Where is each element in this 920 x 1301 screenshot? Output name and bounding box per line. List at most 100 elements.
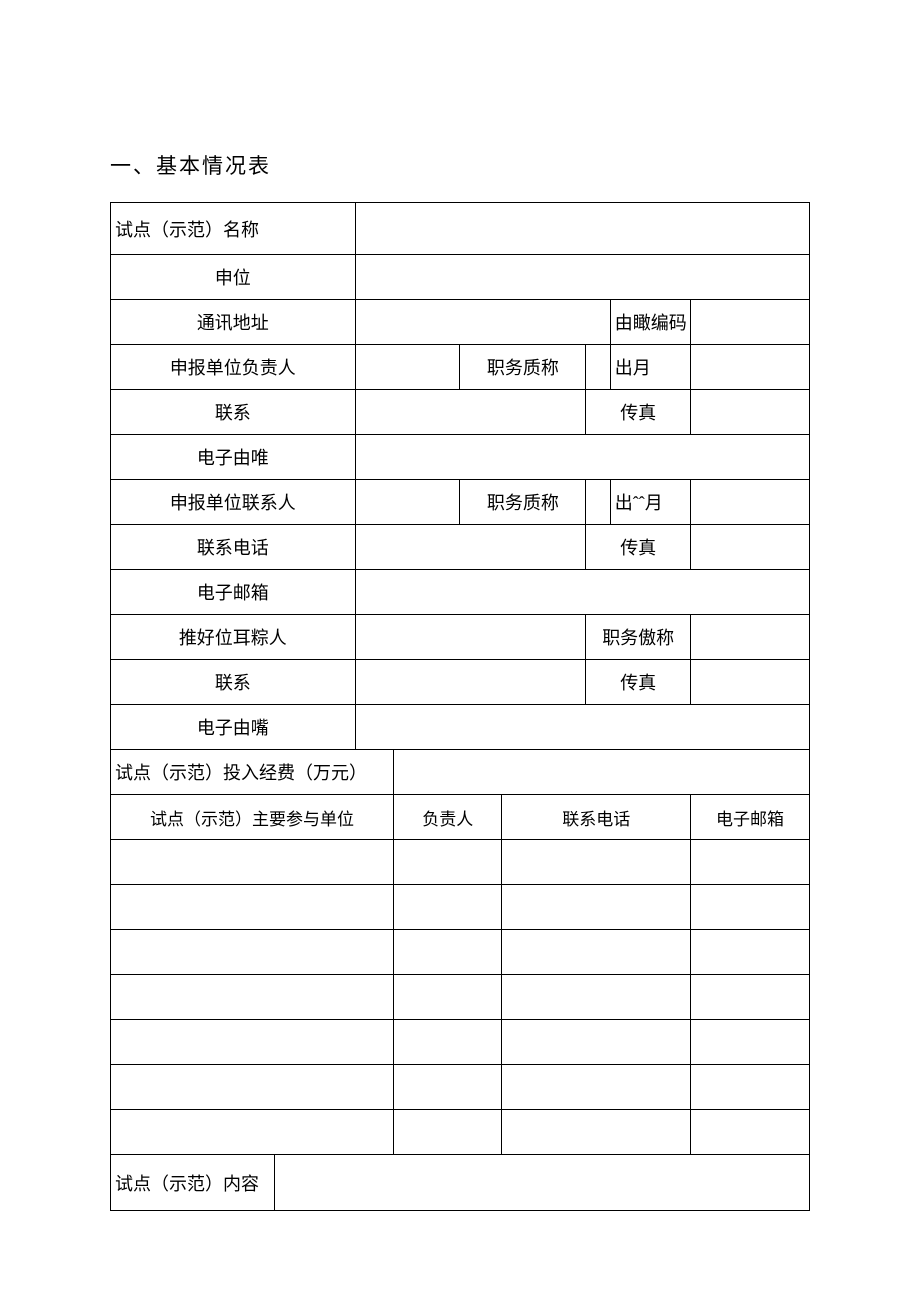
header-participant-unit: 试点（示范）主要参与单位 (111, 795, 394, 840)
label-pilot-name: 试点（示范）名称 (111, 203, 356, 255)
header-participant-email: 电子邮箱 (691, 795, 810, 840)
value-email-1 (355, 435, 809, 480)
label-email-3: 电子由嘴 (111, 705, 356, 750)
table-row: 联系 传真 (111, 660, 810, 705)
table-row: 推好位耳粽人 职务傲称 (111, 615, 810, 660)
table-row (111, 1110, 810, 1155)
table-row (111, 975, 810, 1020)
participant-phone (502, 1110, 691, 1155)
participant-lead (394, 885, 502, 930)
table-row: 试点（示范）主要参与单位 负责人 联系电话 电子邮箱 (111, 795, 810, 840)
label-recommender: 推好位耳粽人 (111, 615, 356, 660)
label-applicant-unit: 申位 (111, 255, 356, 300)
table-row (111, 1020, 810, 1065)
label-fax-1: 传真 (586, 390, 691, 435)
value-phone-2 (355, 525, 586, 570)
section-heading: 一、基本情况表 (110, 150, 810, 180)
value-budget (394, 750, 810, 795)
participant-lead (394, 930, 502, 975)
participant-unit (111, 930, 394, 975)
label-contact-3: 联系 (111, 660, 356, 705)
participant-unit (111, 1020, 394, 1065)
label-email-2: 电子邮箱 (111, 570, 356, 615)
header-participant-lead: 负责人 (394, 795, 502, 840)
table-row: 电子邮箱 (111, 570, 810, 615)
participant-lead (394, 975, 502, 1020)
participant-lead (394, 1110, 502, 1155)
table-row: 电子由嘴 (111, 705, 810, 750)
value-address (355, 300, 610, 345)
label-birth-2: 出ˆˆ月 (610, 480, 690, 525)
participant-unit (111, 840, 394, 885)
table-row: 试点（示范）投入经费（万元） (111, 750, 810, 795)
value-unit-contact (355, 480, 460, 525)
label-pilot-content: 试点（示范）内容 (111, 1155, 275, 1211)
table-row: 电子由唯 (111, 435, 810, 480)
value-postcode (691, 300, 810, 345)
label-address: 通讯地址 (111, 300, 356, 345)
value-fax-1 (691, 390, 810, 435)
participant-phone (502, 975, 691, 1020)
label-phone-2: 联系电话 (111, 525, 356, 570)
participant-lead (394, 1065, 502, 1110)
table-row: 试点（示范）内容 (111, 1155, 810, 1211)
value-pilot-content (275, 1155, 810, 1211)
participant-unit (111, 1065, 394, 1110)
table-row (111, 930, 810, 975)
value-pilot-name (355, 203, 809, 255)
table-row: 联系电话 传真 (111, 525, 810, 570)
participant-unit (111, 975, 394, 1020)
label-contact-1: 联系 (111, 390, 356, 435)
value-email-2 (355, 570, 809, 615)
table-row: 试点（示范）名称 (111, 203, 810, 255)
participant-phone (502, 840, 691, 885)
label-position-title-2: 职务质称 (460, 480, 586, 525)
participant-phone (502, 930, 691, 975)
participant-phone (502, 1065, 691, 1110)
value-birth-2 (691, 480, 810, 525)
participant-email (691, 1020, 810, 1065)
value-position-title-2 (586, 480, 610, 525)
value-position-title-1 (586, 345, 610, 390)
value-contact-1 (355, 390, 586, 435)
label-fax-3: 传真 (586, 660, 691, 705)
participant-phone (502, 1020, 691, 1065)
participant-lead (394, 1020, 502, 1065)
value-fax-2 (691, 525, 810, 570)
label-unit-head: 申报单位负责人 (111, 345, 356, 390)
label-birth-1: 出月 (610, 345, 690, 390)
participant-email (691, 885, 810, 930)
value-fax-3 (691, 660, 810, 705)
value-email-3 (355, 705, 809, 750)
value-unit-head (355, 345, 460, 390)
table-row: 申报单位负责人 职务质称 出月 (111, 345, 810, 390)
participant-email (691, 975, 810, 1020)
table-row: 通讯地址 由瞰编码 (111, 300, 810, 345)
label-position-title-3: 职务傲称 (586, 615, 691, 660)
participant-email (691, 1110, 810, 1155)
header-participant-phone: 联系电话 (502, 795, 691, 840)
participant-email (691, 1065, 810, 1110)
label-fax-2: 传真 (586, 525, 691, 570)
table-row (111, 840, 810, 885)
value-recommender (355, 615, 586, 660)
table-row: 申位 (111, 255, 810, 300)
label-unit-contact: 申报单位联系人 (111, 480, 356, 525)
value-contact-3 (355, 660, 586, 705)
value-birth-1 (691, 345, 810, 390)
table-row (111, 1065, 810, 1110)
participant-lead (394, 840, 502, 885)
table-row (111, 885, 810, 930)
participant-unit (111, 1110, 394, 1155)
table-row: 联系 传真 (111, 390, 810, 435)
label-postcode: 由瞰编码 (610, 300, 690, 345)
participant-email (691, 840, 810, 885)
label-position-title-1: 职务质称 (460, 345, 586, 390)
participant-unit (111, 885, 394, 930)
participant-phone (502, 885, 691, 930)
value-applicant-unit (355, 255, 809, 300)
label-budget: 试点（示范）投入经费（万元） (111, 750, 394, 795)
table-row: 申报单位联系人 职务质称 出ˆˆ月 (111, 480, 810, 525)
participant-email (691, 930, 810, 975)
basic-info-table: 试点（示范）名称 申位 通讯地址 由瞰编码 申报单位负责人 职务质称 出月 联系… (110, 202, 810, 1211)
